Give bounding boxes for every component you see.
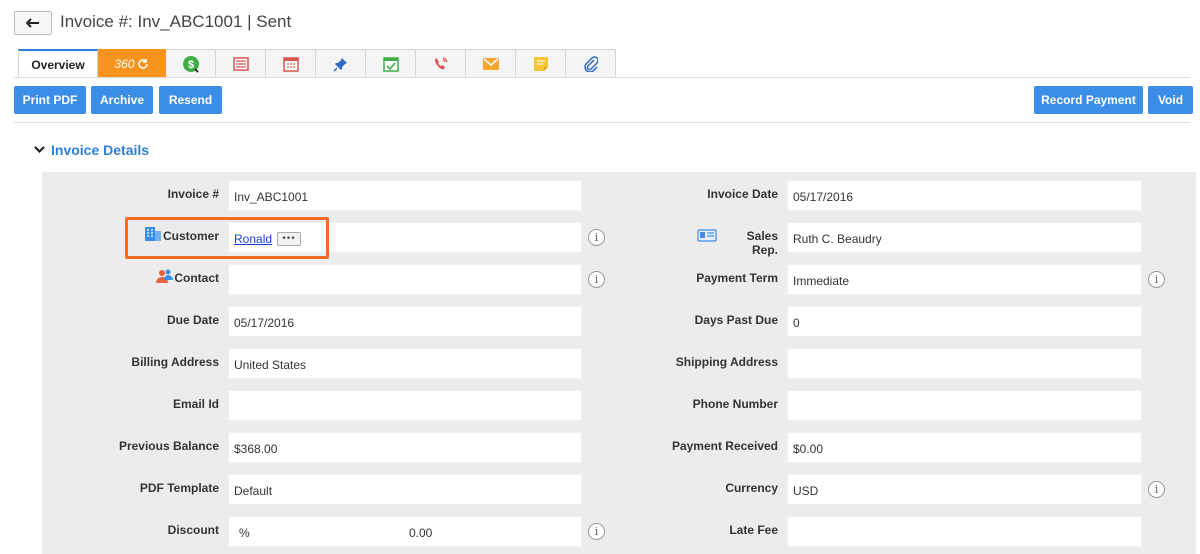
sales-rep-label: Sales Rep. bbox=[746, 229, 778, 257]
previous-balance-field[interactable]: $368.00 bbox=[228, 432, 582, 463]
back-arrow-icon bbox=[26, 18, 39, 28]
tab-overview[interactable]: Overview bbox=[18, 49, 98, 78]
contact-label: Contact bbox=[174, 271, 219, 285]
previous-balance-label: Previous Balance bbox=[118, 439, 219, 453]
tab-payments[interactable]: $ bbox=[166, 49, 216, 78]
tabs-divider bbox=[14, 77, 1190, 78]
svg-text:$: $ bbox=[187, 59, 193, 71]
print-pdf-button[interactable]: Print PDF bbox=[14, 86, 86, 114]
invoice-icon bbox=[232, 56, 249, 71]
email-icon bbox=[482, 57, 499, 70]
sales-rep-field[interactable]: Ruth C. Beaudry bbox=[787, 222, 1142, 253]
days-past-due-label: Days Past Due bbox=[694, 313, 778, 327]
calendar-icon bbox=[282, 56, 299, 72]
payment-term-label: Payment Term bbox=[696, 271, 778, 285]
toolbar-divider bbox=[14, 122, 1190, 123]
discount-info-icon[interactable]: i bbox=[588, 523, 605, 540]
tab-invoices[interactable] bbox=[216, 49, 266, 78]
invoice-number-label: Invoice # bbox=[167, 187, 219, 201]
tab-360[interactable]: 360 bbox=[98, 49, 166, 78]
invoice-date-field[interactable]: 05/17/2016 bbox=[787, 180, 1142, 211]
contact-info-icon[interactable]: i bbox=[588, 271, 605, 288]
tab-tasks[interactable] bbox=[366, 49, 416, 78]
dollar-icon: $ bbox=[182, 55, 199, 73]
tab-bar: Overview 360 $ bbox=[18, 49, 616, 78]
id-card-icon bbox=[697, 229, 717, 242]
refresh-icon bbox=[137, 58, 148, 69]
tab-attachments[interactable] bbox=[566, 49, 616, 78]
payment-term-info-icon[interactable]: i bbox=[1148, 271, 1165, 288]
phone-call-icon bbox=[434, 56, 448, 69]
discount-unit: % bbox=[239, 526, 250, 540]
record-payment-button[interactable]: Record Payment bbox=[1034, 86, 1143, 114]
phone-number-field[interactable] bbox=[787, 390, 1142, 421]
tab-calendar[interactable] bbox=[266, 49, 316, 78]
paperclip-icon bbox=[583, 55, 598, 72]
task-check-icon bbox=[382, 56, 399, 72]
email-id-label: Email Id bbox=[172, 397, 219, 411]
days-past-due-field[interactable]: 0 bbox=[787, 306, 1142, 337]
discount-field[interactable]: % 0.00 bbox=[228, 516, 582, 547]
discount-label: Discount bbox=[167, 523, 219, 537]
currency-info-icon[interactable]: i bbox=[1148, 481, 1165, 498]
email-id-field[interactable] bbox=[228, 390, 582, 421]
tab-pin[interactable] bbox=[316, 49, 366, 78]
tab-notes[interactable] bbox=[516, 49, 566, 78]
tab-360-label: 360 bbox=[114, 56, 135, 71]
void-button[interactable]: Void bbox=[1148, 86, 1193, 114]
pdf-template-label: PDF Template bbox=[139, 481, 219, 495]
section-title: Invoice Details bbox=[51, 142, 150, 158]
discount-value: 0.00 bbox=[409, 526, 433, 540]
billing-address-field[interactable]: United States bbox=[228, 348, 582, 379]
resend-button[interactable]: Resend bbox=[159, 86, 222, 114]
chevron-down-icon bbox=[34, 146, 45, 154]
page-title: Invoice #: Inv_ABC1001 | Sent bbox=[60, 12, 292, 31]
pdf-template-select[interactable]: Default bbox=[228, 474, 582, 505]
currency-field[interactable]: USD bbox=[787, 474, 1142, 505]
contact-field[interactable] bbox=[228, 264, 582, 295]
invoice-number-field[interactable]: Inv_ABC1001 bbox=[228, 180, 582, 211]
customer-highlight-box bbox=[125, 217, 329, 259]
invoice-details-toggle[interactable]: Invoice Details bbox=[34, 142, 149, 158]
due-date-field[interactable]: 05/17/2016 bbox=[228, 306, 582, 337]
due-date-label: Due Date bbox=[166, 313, 219, 327]
late-fee-label: Late Fee bbox=[729, 523, 778, 537]
note-icon bbox=[533, 56, 548, 71]
payment-received-label: Payment Received bbox=[671, 439, 778, 453]
back-button[interactable] bbox=[14, 11, 52, 35]
shipping-address-field[interactable] bbox=[787, 348, 1142, 379]
tab-email[interactable] bbox=[466, 49, 516, 78]
pin-icon bbox=[332, 57, 347, 72]
payment-received-field[interactable]: $0.00 bbox=[787, 432, 1142, 463]
archive-button[interactable]: Archive bbox=[91, 86, 153, 114]
currency-label: Currency bbox=[725, 481, 778, 495]
payment-term-field[interactable]: Immediate bbox=[787, 264, 1142, 295]
billing-address-label: Billing Address bbox=[131, 355, 219, 369]
customer-info-icon[interactable]: i bbox=[588, 229, 605, 246]
invoice-date-label: Invoice Date bbox=[707, 187, 778, 201]
shipping-address-label: Shipping Address bbox=[675, 355, 778, 369]
late-fee-field[interactable] bbox=[787, 516, 1142, 547]
tab-calls[interactable] bbox=[416, 49, 466, 78]
phone-number-label: Phone Number bbox=[692, 397, 778, 411]
